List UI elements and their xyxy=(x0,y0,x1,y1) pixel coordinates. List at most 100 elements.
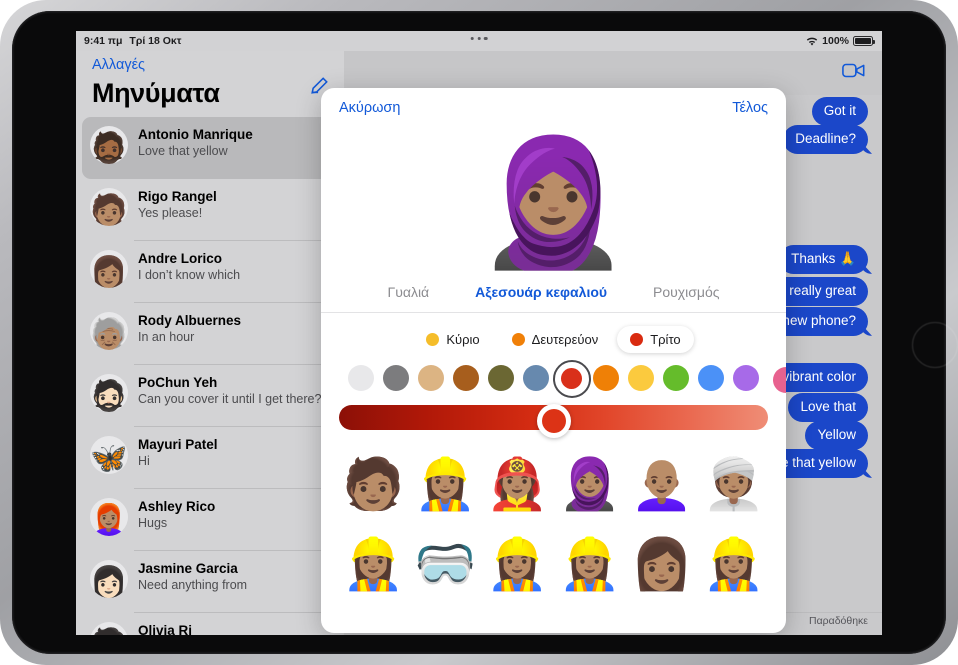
headwear-option-1[interactable]: 👷🏽‍♀️ xyxy=(409,448,481,520)
back-button[interactable]: Αλλαγές xyxy=(92,57,328,73)
battery-icon xyxy=(853,36,875,46)
conversation-name: Andre Lorico xyxy=(138,251,223,266)
message-bubble[interactable]: Love that xyxy=(788,393,868,422)
swatch-fill xyxy=(418,365,444,391)
conversation-list-item[interactable]: 🧔🏻 PoChun Yeh Can you cover it until I get… xyxy=(76,365,344,427)
color-mode-2[interactable]: Τρίτο xyxy=(617,326,694,353)
headwear-option-4[interactable]: 👩🏽‍🦲 xyxy=(626,448,698,520)
message-bubble[interactable]: Got it xyxy=(811,97,868,126)
color-mode-0[interactable]: Κύριο xyxy=(413,326,492,353)
color-swatch-6[interactable] xyxy=(553,360,591,398)
headwear-option-2[interactable]: 👩🏽‍🚒 xyxy=(481,448,553,520)
delivery-status: Παραδόθηκε xyxy=(809,615,868,627)
conversation-name: Rody Albuernes xyxy=(138,313,242,328)
swatch-fill xyxy=(733,365,759,391)
headwear-option-9[interactable]: 👷🏽‍♀️ xyxy=(553,528,625,600)
conversation-list-item[interactable]: 🧓🏽 Rody Albuernes In an hour xyxy=(76,303,344,365)
message-bubble[interactable]: Deadline? xyxy=(783,125,868,154)
conversation-preview: Need anything from xyxy=(138,577,248,592)
avatar: 🧓🏽 xyxy=(90,312,128,350)
headwear-option-0[interactable]: 🧑🏽 xyxy=(337,448,409,520)
color-swatch-3[interactable] xyxy=(453,365,479,391)
color-swatch-1[interactable] xyxy=(383,365,409,391)
swatch-fill xyxy=(628,365,654,391)
done-button[interactable]: Τέλος xyxy=(732,100,768,116)
conversation-preview: I don’t know which xyxy=(138,267,241,282)
avatar: 🦋 xyxy=(90,436,128,474)
color-mode-label: Κύριο xyxy=(446,332,480,347)
conversation-list-item[interactable]: 👩🏻 Jasmine Garcia Need anything from xyxy=(76,551,344,613)
avatar: 🧑🏻 xyxy=(90,622,128,635)
swatch-fill xyxy=(383,365,409,391)
color-swatch-10[interactable] xyxy=(698,365,724,391)
ipad-device-frame: 9:41 πμ Τρί 18 Οκτ 100% Αλλαγές Μηνύματα… xyxy=(0,0,958,665)
headwear-option-5[interactable]: 👳🏽‍♀️ xyxy=(698,448,770,520)
status-bar-left: 9:41 πμ Τρί 18 Οκτ xyxy=(84,35,181,47)
color-dot-icon xyxy=(511,333,525,346)
conversation-preview: Can you cover it until I get there? xyxy=(138,391,322,406)
avatar: 👩🏽‍🦰 xyxy=(90,498,128,536)
headwear-option-11[interactable]: 👷🏽‍♀️ xyxy=(698,528,770,600)
swatch-fill xyxy=(698,365,724,391)
avatar: 👩🏽 xyxy=(90,250,128,288)
avatar: 🧑🏽 xyxy=(90,188,128,226)
conversation-name: Rigo Rangel xyxy=(138,189,217,204)
conversation-list-item[interactable]: 🧔🏾 Antonio Manrique Love that yellow xyxy=(82,117,338,179)
status-bar-right: 100% xyxy=(806,35,875,47)
conversation-list-item[interactable]: 👩🏽‍🦰 Ashley Rico Hugs xyxy=(76,489,344,551)
conversation-name: Antonio Manrique xyxy=(138,127,253,142)
headwear-option-6[interactable]: 👷🏽‍♀️ xyxy=(337,528,409,600)
conversation-preview: Hugs xyxy=(138,515,168,530)
status-date: Τρί 18 Οκτ xyxy=(129,35,182,47)
swatch-fill xyxy=(663,365,689,391)
color-swatch-0[interactable] xyxy=(348,365,374,391)
conversation-list-item[interactable]: 🦋 Mayuri Patel Hi xyxy=(76,427,344,489)
conversation-preview: Love that yellow xyxy=(138,143,228,158)
message-bubble[interactable]: Yellow xyxy=(805,421,868,450)
color-swatch-row xyxy=(321,360,786,398)
conversation-list-item[interactable]: 🧑🏽 Rigo Rangel Yes please! xyxy=(76,179,344,241)
cancel-button[interactable]: Ακύρωση xyxy=(339,100,400,116)
conversation-list-item[interactable]: 👩🏽 Andre Lorico I don’t know which xyxy=(76,241,344,303)
headwear-option-8[interactable]: 👷🏽‍♀️ xyxy=(481,528,553,600)
battery-percent: 100% xyxy=(822,35,849,47)
color-swatch-4[interactable] xyxy=(488,365,514,391)
tab-2[interactable]: Ρουχισμός xyxy=(653,284,719,300)
facetime-video-icon[interactable] xyxy=(842,62,866,79)
shade-slider[interactable] xyxy=(321,397,786,444)
tab-1[interactable]: Αξεσουάρ κεφαλιού xyxy=(475,284,607,300)
messages-sidebar: Αλλαγές Μηνύματα 🧔🏾 Antonio Manrique Love … xyxy=(76,51,344,635)
color-mode-label: Τρίτο xyxy=(650,332,681,347)
color-swatch-12[interactable] xyxy=(773,367,786,393)
multitask-handle-icon[interactable] xyxy=(470,37,488,41)
conversation-name: PoChun Yeh xyxy=(138,375,218,390)
conversation-name: Mayuri Patel xyxy=(138,437,218,452)
color-swatch-7[interactable] xyxy=(593,365,619,391)
color-mode-1[interactable]: Δευτερεύον xyxy=(499,326,612,353)
status-time: 9:41 πμ xyxy=(84,35,123,47)
message-bubble[interactable]: Thanks 🙏 xyxy=(779,245,868,274)
conversation-preview: Hi xyxy=(138,453,150,468)
conversation-preview: Yes please! xyxy=(138,205,203,220)
tab-0[interactable]: Γυαλιά xyxy=(387,284,429,300)
color-dot-icon xyxy=(426,333,440,346)
conversation-name: Ashley Rico xyxy=(138,499,216,514)
color-swatch-11[interactable] xyxy=(733,365,759,391)
slider-knob[interactable] xyxy=(536,403,571,438)
color-swatch-8[interactable] xyxy=(628,365,654,391)
color-swatch-5[interactable] xyxy=(523,365,549,391)
color-swatch-9[interactable] xyxy=(663,365,689,391)
color-swatch-2[interactable] xyxy=(418,365,444,391)
memoji-preview: 🧕🏽 xyxy=(321,128,786,278)
conversation-list: 🧔🏾 Antonio Manrique Love that yellow 🧑🏽 Rigo… xyxy=(76,117,344,635)
conversation-list-item[interactable]: 🧑🏻 Olivia Ri xyxy=(76,613,344,635)
headwear-option-10[interactable]: 👩🏽 xyxy=(626,528,698,600)
swatch-fill xyxy=(348,365,374,391)
bezel-highlight xyxy=(912,322,958,368)
color-mode-segments: Κύριο Δευτερεύον Τρίτο xyxy=(321,313,786,363)
avatar: 👩🏻 xyxy=(90,560,128,598)
memoji-editor-sheet: Ακύρωση Τέλος 🧕🏽 Γυαλιά Αξεσουάρ κεφαλιού… xyxy=(321,88,786,633)
headwear-option-3[interactable]: 🧕🏽 xyxy=(553,448,625,520)
headwear-option-7[interactable]: 🥽 xyxy=(409,528,481,600)
color-mode-label: Δευτερεύον xyxy=(531,332,599,347)
